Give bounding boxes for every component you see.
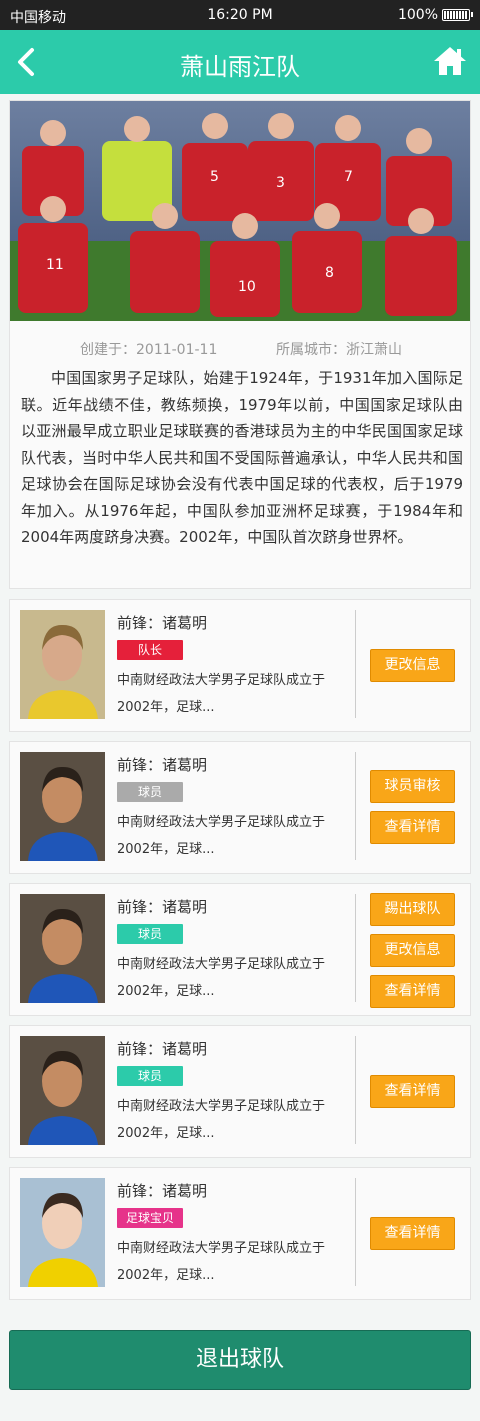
player-name: 前锋：诸葛明 [117, 1040, 208, 1058]
player-action-button[interactable]: 更改信息 [370, 934, 455, 967]
player-avatar [20, 610, 105, 719]
page-title: 萧山雨江队 [180, 53, 300, 81]
player-card: 前锋：诸葛明 球员中南财经政法大学男子足球队成立于2002年，足球... 踢出球队更… [9, 883, 471, 1016]
player-card: 前锋：诸葛明 球员中南财经政法大学男子足球队成立于2002年，足球... 查看详情 [9, 1025, 471, 1158]
divider [355, 610, 356, 718]
role-badge: 球员 [117, 924, 183, 944]
status-bar: 中国移动 16:20 PM 100% [0, 0, 480, 30]
exit-team-button[interactable]: 退出球队 [9, 1330, 471, 1390]
player-description: 中南财经政法大学男子足球队成立于2002年，足球... [117, 1099, 326, 1141]
team-city: 所属城市：浙江萧山 [276, 342, 402, 358]
role-badge: 队长 [117, 640, 183, 660]
player-name: 前锋：诸葛明 [117, 614, 208, 632]
player-description: 中南财经政法大学男子足球队成立于2002年，足球... [117, 815, 326, 857]
divider [355, 1178, 356, 1286]
player-description: 中南财经政法大学男子足球队成立于2002年，足球... [117, 673, 326, 715]
svg-text:10: 10 [238, 279, 256, 295]
role-badge: 足球宝贝 [117, 1208, 183, 1228]
player-description: 中南财经政法大学男子足球队成立于2002年，足球... [117, 957, 326, 999]
player-avatar [20, 1178, 105, 1287]
svg-text:5: 5 [210, 169, 219, 185]
player-action-button[interactable]: 踢出球队 [370, 893, 455, 926]
role-badge: 球员 [117, 1066, 183, 1086]
svg-text:11: 11 [46, 257, 64, 273]
team-photo: 5 3 7 11 10 8 [10, 101, 470, 321]
player-avatar [20, 1036, 105, 1145]
player-action-button[interactable]: 查看详情 [370, 975, 455, 1008]
divider [355, 1036, 356, 1144]
player-action-button[interactable]: 查看详情 [370, 1217, 455, 1250]
svg-text:8: 8 [325, 265, 334, 281]
home-icon [434, 47, 466, 75]
svg-text:3: 3 [276, 175, 285, 191]
battery-icon [442, 9, 473, 21]
divider [355, 894, 356, 1002]
role-badge: 球员 [117, 782, 183, 802]
player-name: 前锋：诸葛明 [117, 898, 208, 916]
player-name: 前锋：诸葛明 [117, 756, 208, 774]
player-card: 前锋：诸葛明 球员中南财经政法大学男子足球队成立于2002年，足球... 球员审核查… [9, 741, 471, 874]
player-action-button[interactable]: 更改信息 [370, 649, 455, 682]
svg-text:7: 7 [344, 169, 353, 185]
player-avatar [20, 894, 105, 1003]
player-card: 前锋：诸葛明 队长中南财经政法大学男子足球队成立于2002年，足球... 更改信息 [9, 599, 471, 732]
team-info-card: 5 3 7 11 10 8 创建于：2011-01-11 所属城市：浙江萧山 中国国家男… [9, 100, 471, 589]
player-action-button[interactable]: 查看详情 [370, 1075, 455, 1108]
team-created-date: 创建于：2011-01-11 [80, 342, 218, 358]
home-button[interactable] [432, 43, 468, 79]
nav-bar: 萧山雨江队 [0, 30, 480, 94]
divider [355, 752, 356, 860]
player-action-button[interactable]: 查看详情 [370, 811, 455, 844]
team-description: 中国国家男子足球队，始建于1924年，于1931年加入国际足联。近年战绩不佳，教… [21, 369, 463, 546]
player-card: 前锋：诸葛明 足球宝贝中南财经政法大学男子足球队成立于2002年，足球... 查看详… [9, 1167, 471, 1300]
player-description: 中南财经政法大学男子足球队成立于2002年，足球... [117, 1241, 326, 1283]
player-avatar [20, 752, 105, 861]
battery-percent: 100% [397, 7, 438, 23]
player-action-button[interactable]: 球员审核 [370, 770, 455, 803]
player-name: 前锋：诸葛明 [117, 1182, 208, 1200]
